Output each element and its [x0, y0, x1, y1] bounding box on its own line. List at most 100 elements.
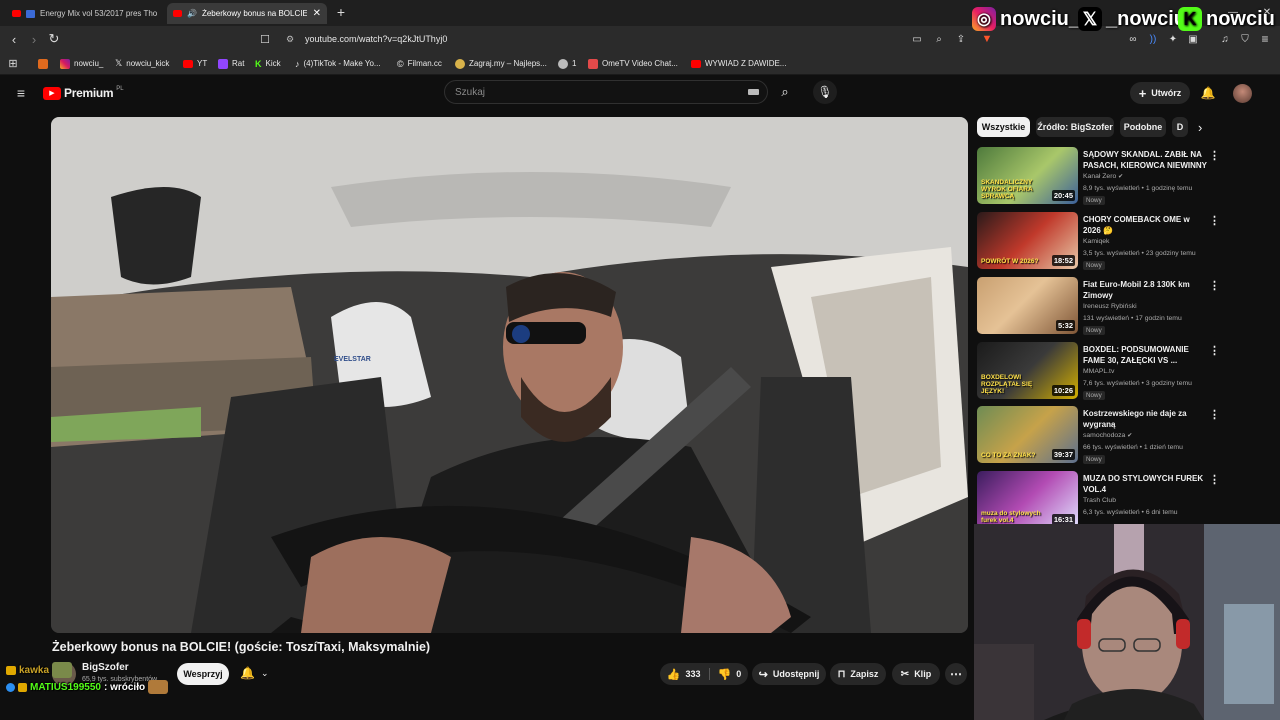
bookmark-instagram[interactable]: nowciu_	[60, 56, 103, 71]
chevron-down-icon[interactable]: ⌄	[261, 668, 269, 679]
thumbs-up-icon[interactable]: 👍	[667, 668, 681, 681]
clip-button[interactable]: ✂ Klip	[892, 663, 940, 685]
recommendation-title[interactable]: Kostrzewskiego nie daje za wygraną	[1083, 408, 1207, 430]
recommendation-card[interactable]: CO TO ZA ZNAK? 39:37 Kostrzewskiego nie da…	[977, 406, 1227, 466]
recommendation-channel[interactable]: samochodoza ✔	[1083, 432, 1132, 439]
bookmark-icon[interactable]: ☐	[256, 30, 274, 48]
voice-search-button[interactable]: 🎙	[813, 80, 837, 104]
search-input[interactable]: Szukaj	[444, 80, 768, 104]
video-thumbnail[interactable]: SKANDALICZNY WYROK OFIARA SPRAWCĄ 20:45	[977, 147, 1078, 204]
recommendation-meta: 8,9 tys. wyświetleń • 1 godzinę temu	[1083, 185, 1193, 192]
chevron-right-icon[interactable]: ›	[1198, 120, 1202, 135]
recommendation-title[interactable]: BOXDEL: PODSUMOWANIE FAME 30, ZAŁĘCKI VS…	[1083, 344, 1207, 366]
like-count[interactable]: 333	[685, 669, 700, 679]
channel-name[interactable]: BigSzofer	[82, 662, 129, 673]
video-thumbnail[interactable]: POWRÓT W 2026? 18:52	[977, 212, 1078, 269]
back-icon[interactable]: ‹	[5, 30, 23, 48]
bookmark-ometv[interactable]: OmeTV Video Chat...	[588, 56, 678, 71]
save-button[interactable]: ⊓ Zapisz	[830, 663, 886, 685]
bookmark-tiktok[interactable]: ♪ (4)TikTok - Make Yo...	[295, 56, 381, 71]
avatar[interactable]	[1233, 84, 1252, 103]
bookmark-rat[interactable]: Rat	[218, 56, 244, 71]
more-vertical-icon[interactable]: ⋮	[1209, 344, 1220, 357]
instagram-handle: nowciu_	[1000, 7, 1081, 30]
chat-line: kawka	[6, 662, 73, 678]
video-duration: 5:32	[1055, 320, 1075, 331]
chip-source[interactable]: Źródło: BigSzofer	[1036, 117, 1114, 137]
recommendation-card[interactable]: muza do stylowych furek vol.4 16:31 MUZA D…	[977, 471, 1227, 531]
recommendation-title[interactable]: SĄDOWY SKANDAL. ZABIŁ NA PASACH, KIEROWC…	[1083, 149, 1207, 171]
more-vertical-icon[interactable]: ⋮	[1209, 408, 1220, 421]
dislike-count[interactable]: 0	[736, 669, 741, 679]
close-tab-icon[interactable]: ✕	[313, 8, 321, 19]
new-tab-icon[interactable]: +	[332, 3, 350, 21]
recommendation-card[interactable]: POWRÓT W 2026? 18:52 CHORY COMEBACK OME w …	[977, 212, 1227, 272]
chip-related[interactable]: Podobne	[1120, 117, 1166, 137]
hamburger-menu-icon[interactable]: ≡	[12, 84, 30, 102]
notification-bell-icon[interactable]: 🔔	[240, 666, 255, 680]
channel-name: Trash Club	[1083, 497, 1116, 504]
search-button[interactable]: ⌕	[770, 80, 800, 104]
bookmark-wywiad[interactable]: WYWIAD Z DAWIDE...	[691, 56, 786, 71]
recommendation-card[interactable]: 5:32 Fiat Euro-Mobil 2.8 130K km Zimowy Ir…	[977, 277, 1227, 337]
recommendation-meta: 3,5 tys. wyświetleń • 23 godziny temu	[1083, 250, 1196, 257]
recommendation-title[interactable]: Fiat Euro-Mobil 2.8 130K km Zimowy	[1083, 279, 1207, 301]
support-button[interactable]: Wesprzyj	[177, 663, 229, 685]
video-thumbnail[interactable]: BOXDELOWI ROZPLĄTAŁ SIĘ JĘZYK! 10:26	[977, 342, 1078, 399]
cast-icon[interactable]: ▭	[908, 30, 926, 48]
new-badge: Nowy	[1083, 326, 1105, 335]
new-badge: Nowy	[1083, 196, 1105, 205]
recommendation-title[interactable]: MUZA DO STYLOWYCH FUREK VOL.4	[1083, 473, 1207, 495]
bookmark-yt[interactable]: YT	[183, 56, 207, 71]
recommendation-title[interactable]: CHORY COMEBACK OME w 2026 🤔	[1083, 214, 1207, 236]
notifications-bell-icon[interactable]: 🔔	[1199, 84, 1217, 102]
keyboard-icon[interactable]	[748, 89, 759, 95]
video-duration: 20:45	[1051, 190, 1075, 201]
more-vertical-icon[interactable]: ⋮	[1209, 214, 1220, 227]
apps-grid-icon[interactable]: ⊞	[4, 54, 22, 72]
video-player[interactable]: EVELSTAR	[51, 117, 968, 633]
create-button[interactable]: + Utwórz	[1130, 82, 1190, 104]
bookmark-kick[interactable]: K Kick	[255, 56, 281, 71]
more-horizontal-icon: ⋯	[950, 667, 962, 681]
overlay-x: 𝕏 _nowciu	[1078, 5, 1186, 33]
thumbs-down-icon[interactable]: 👎	[718, 668, 732, 681]
recommendation-card[interactable]: BOXDELOWI ROZPLĄTAŁ SIĘ JĘZYK! 10:26 BOXDE…	[977, 342, 1227, 402]
video-thumbnail[interactable]: 5:32	[977, 277, 1078, 334]
forward-icon[interactable]: ›	[25, 30, 43, 48]
recommendation-channel[interactable]: Kanał Zero ✔	[1083, 173, 1123, 180]
chip-all[interactable]: Wszystkie	[977, 117, 1030, 137]
recommendation-channel[interactable]: Kamiqek	[1083, 238, 1109, 245]
bookmark-1[interactable]: 1	[558, 56, 576, 71]
rss-icon	[38, 58, 48, 69]
share-icon[interactable]: ⇪	[952, 30, 970, 48]
zoom-icon[interactable]: ⌕	[930, 30, 948, 48]
recommendation-channel[interactable]: Ireneusz Rybiński	[1083, 303, 1137, 310]
tab-energy-mix[interactable]: Energy Mix vol 53/2017 pres Tho	[6, 3, 166, 24]
plus-icon: +	[1138, 85, 1147, 101]
more-vertical-icon[interactable]: ⋮	[1209, 473, 1220, 486]
more-vertical-icon[interactable]: ⋮	[1209, 149, 1220, 162]
url-field[interactable]: ⚙ youtube.com/watch?v=q2kJtUThyj0	[280, 30, 1000, 48]
bookmark-rss[interactable]	[38, 56, 48, 71]
site-info-icon[interactable]: ⚙	[286, 34, 294, 45]
share-label: Udostępnij	[772, 669, 820, 679]
bookmark-zagraj[interactable]: Zagraj.my – Najleps...	[455, 56, 547, 71]
new-badge: Nowy	[1083, 391, 1105, 400]
youtube-logo[interactable]: ▶ Premium PL	[43, 86, 124, 100]
bookmark-label: nowciu_	[74, 59, 104, 68]
chip-more[interactable]: D	[1172, 117, 1188, 137]
x-icon: 𝕏	[115, 58, 123, 68]
bookmark-x[interactable]: 𝕏nowciu_kick	[115, 56, 169, 71]
more-actions-button[interactable]: ⋯	[945, 663, 967, 685]
video-thumbnail[interactable]: muza do stylowych furek vol.4 16:31	[977, 471, 1078, 528]
reload-icon[interactable]: ↻	[45, 30, 63, 48]
share-button[interactable]: ↪ Udostępnij	[752, 663, 826, 685]
tab-active-video[interactable]: 🔊 Żeberkowy bonus na BOLCIE! ✕	[167, 3, 327, 24]
recommendation-channel[interactable]: Trash Club	[1083, 497, 1116, 504]
bookmark-filman[interactable]: © Filman.cc	[397, 56, 442, 71]
more-vertical-icon[interactable]: ⋮	[1209, 279, 1220, 292]
recommendation-channel[interactable]: MMAPL.tv	[1083, 368, 1114, 375]
video-thumbnail[interactable]: CO TO ZA ZNAK? 39:37	[977, 406, 1078, 463]
recommendation-card[interactable]: SKANDALICZNY WYROK OFIARA SPRAWCĄ 20:45 SĄ…	[977, 147, 1227, 207]
